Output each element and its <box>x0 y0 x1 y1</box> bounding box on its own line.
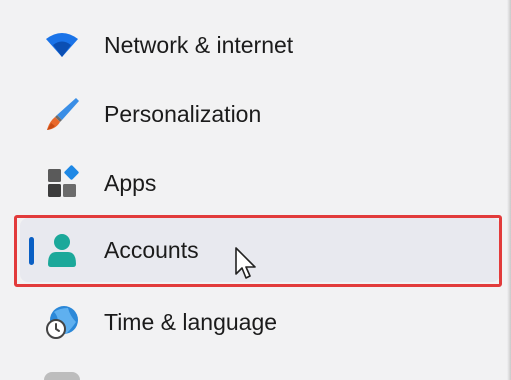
nav-item-network-internet[interactable]: Network & internet <box>20 13 500 77</box>
nav-item-apps[interactable]: Apps <box>20 151 500 215</box>
nav-item-time-language[interactable]: Time & language <box>20 290 500 354</box>
nav-item-personalization[interactable]: Personalization <box>20 82 500 146</box>
wifi-icon <box>44 27 80 63</box>
nav-item-label: Time & language <box>104 309 278 335</box>
paintbrush-icon <box>44 96 80 132</box>
time-language-icon <box>44 304 80 340</box>
apps-icon <box>44 165 80 201</box>
nav-item-label: Network & internet <box>104 32 294 58</box>
mouse-cursor-icon <box>235 247 256 279</box>
nav-item-label: Apps <box>104 170 157 196</box>
pane-edge <box>507 0 511 380</box>
partial-nav-icon <box>44 372 80 380</box>
nav-item-label: Personalization <box>104 101 262 127</box>
settings-nav: Network & internet Personalization Apps <box>0 0 507 380</box>
highlight-annotation <box>14 215 502 287</box>
